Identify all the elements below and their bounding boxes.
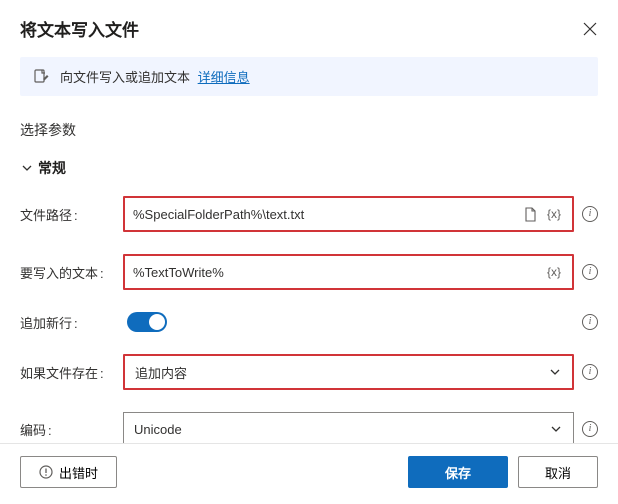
encoding-help[interactable]: i <box>582 421 598 437</box>
variable-icon: {x} <box>547 265 561 279</box>
info-text: 向文件写入或追加文本 详细信息 <box>60 67 250 86</box>
on-error-button[interactable]: 出错时 <box>20 456 117 488</box>
if-exists-label: 如果文件存在 <box>20 363 115 382</box>
file-path-value: %SpecialFolderPath%\text.txt <box>133 207 516 222</box>
group-label: 常规 <box>38 158 66 178</box>
variable-picker-button[interactable]: {x} <box>544 262 564 282</box>
variable-icon: {x} <box>547 207 561 221</box>
file-path-field[interactable]: %SpecialFolderPath%\text.txt {x} <box>123 196 574 232</box>
if-exists-select[interactable]: 追加内容 <box>123 354 574 390</box>
encoding-select[interactable]: Unicode <box>123 412 574 443</box>
text-to-write-label: 要写入的文本 <box>20 263 115 282</box>
close-icon <box>583 22 597 36</box>
info-bar: 向文件写入或追加文本 详细信息 <box>20 57 598 96</box>
write-file-icon <box>32 68 50 86</box>
cancel-button[interactable]: 取消 <box>518 456 598 488</box>
encoding-label: 编码 <box>20 420 115 439</box>
append-newline-help[interactable]: i <box>582 314 598 330</box>
append-newline-toggle[interactable] <box>127 312 167 332</box>
more-info-link[interactable]: 详细信息 <box>198 70 250 85</box>
save-button[interactable]: 保存 <box>408 456 508 488</box>
row-if-exists: 如果文件存在 追加内容 i <box>20 354 598 390</box>
row-encoding: 编码 Unicode i <box>20 412 598 443</box>
row-text-to-write: 要写入的文本 %TextToWrite% {x} i <box>20 254 598 290</box>
row-append-newline: 追加新行 i <box>20 312 598 332</box>
dialog-title: 将文本写入文件 <box>20 16 139 41</box>
variable-picker-button[interactable]: {x} <box>544 204 564 224</box>
close-button[interactable] <box>582 21 598 37</box>
file-path-help[interactable]: i <box>582 206 598 222</box>
if-exists-value: 追加内容 <box>135 363 548 382</box>
chevron-down-icon <box>549 422 563 436</box>
chevron-down-icon <box>548 365 562 379</box>
warning-icon <box>39 465 53 479</box>
section-label: 选择参数 <box>20 120 598 140</box>
row-file-path: 文件路径 %SpecialFolderPath%\text.txt {x} i <box>20 196 598 232</box>
on-error-label: 出错时 <box>59 463 98 482</box>
file-path-label: 文件路径 <box>20 205 115 224</box>
file-icon <box>523 207 538 222</box>
info-message: 向文件写入或追加文本 <box>60 70 190 85</box>
if-exists-help[interactable]: i <box>582 364 598 380</box>
text-to-write-value: %TextToWrite% <box>133 265 540 280</box>
text-to-write-field[interactable]: %TextToWrite% {x} <box>123 254 574 290</box>
browse-file-button[interactable] <box>520 204 540 224</box>
text-to-write-help[interactable]: i <box>582 264 598 280</box>
append-newline-label: 追加新行 <box>20 313 115 332</box>
chevron-down-icon <box>20 161 34 175</box>
encoding-value: Unicode <box>134 422 549 437</box>
group-header-general[interactable]: 常规 <box>20 158 598 178</box>
